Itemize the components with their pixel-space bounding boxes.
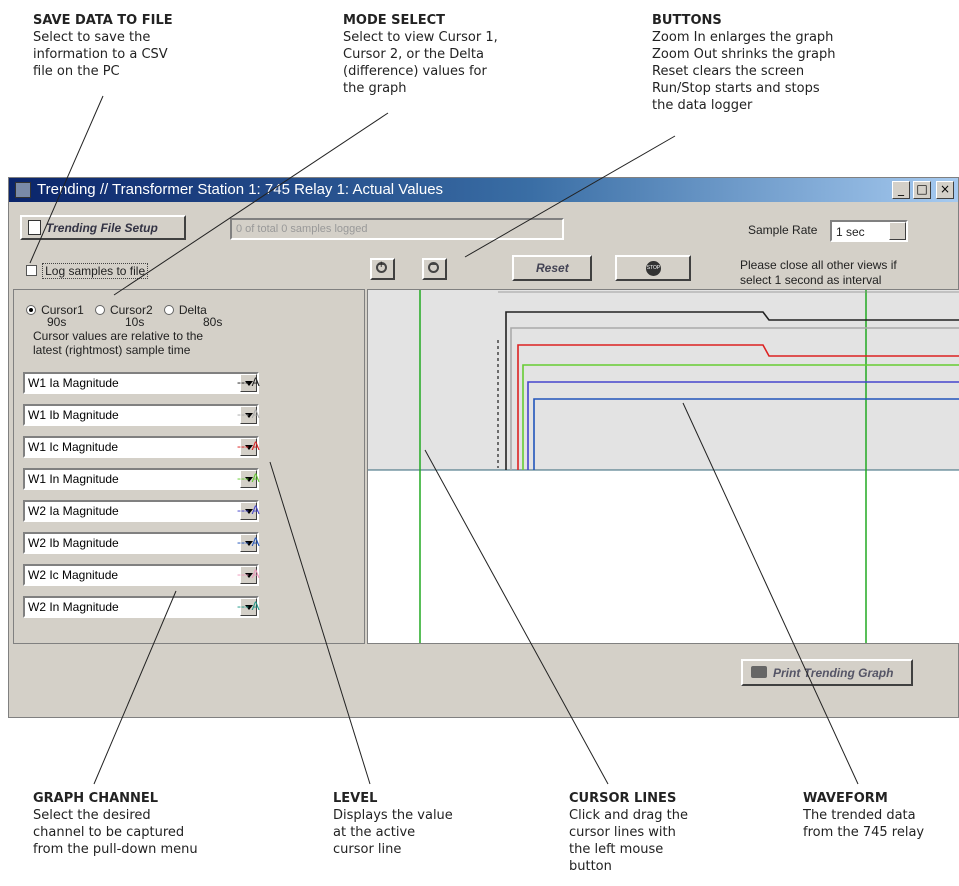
- callout-body: Click and drag the cursor lines with the…: [569, 808, 688, 874]
- callout-body: Select to save the information to a CSV …: [33, 30, 168, 79]
- channel-select[interactable]: W2 Ic Magnitude: [23, 564, 259, 586]
- callout-graph-channel: GRAPH CHANNEL Select the desired channel…: [33, 790, 253, 858]
- callout-title: GRAPH CHANNEL: [33, 791, 159, 806]
- channel-select[interactable]: W2 Ia Magnitude: [23, 500, 259, 522]
- channel-label: W1 Ia Magnitude: [28, 376, 119, 390]
- window-title: Trending // Transformer Station 1: 745 R…: [37, 181, 444, 198]
- channel-level: --- A: [237, 439, 260, 453]
- callout-title: LEVEL: [333, 791, 378, 806]
- channel-label: W2 Ib Magnitude: [28, 536, 119, 550]
- trending-graph[interactable]: [368, 290, 959, 643]
- channel-label: W1 In Magnitude: [28, 472, 119, 486]
- callout-body: Select to view Cursor 1, Cursor 2, or th…: [343, 30, 498, 96]
- channel-select[interactable]: W1 Ia Magnitude: [23, 372, 259, 394]
- channel-select[interactable]: W2 In Magnitude: [23, 596, 259, 618]
- sample-rate-label: Sample Rate: [748, 223, 818, 237]
- channel-level: --- A: [237, 535, 260, 549]
- cursor-note-1: Cursor values are relative to the: [33, 329, 204, 343]
- run-stop-button[interactable]: STOP: [615, 255, 691, 281]
- zoom-in-glyph: +: [378, 259, 385, 271]
- log-samples-checkbox[interactable]: Log samples to file: [26, 260, 149, 279]
- callout-title: MODE SELECT: [343, 13, 446, 28]
- channel-select[interactable]: W1 In Magnitude: [23, 468, 259, 490]
- printer-icon: [751, 666, 767, 678]
- callout-mode-select: MODE SELECT Select to view Cursor 1, Cur…: [343, 12, 553, 97]
- zoom-out-button[interactable]: −: [422, 258, 447, 280]
- file-setup-icon: [28, 220, 41, 235]
- stop-icon: STOP: [646, 261, 661, 276]
- sample-rate-value: 1 sec: [836, 225, 865, 239]
- reset-label: Reset: [536, 261, 569, 275]
- checkbox-box[interactable]: [26, 265, 37, 276]
- channel-select[interactable]: W1 Ic Magnitude: [23, 436, 259, 458]
- channel-label: W1 Ib Magnitude: [28, 408, 119, 422]
- interval-note-2: select 1 second as interval: [740, 273, 882, 287]
- radio-delta[interactable]: [163, 304, 174, 315]
- callout-level: LEVEL Displays the value at the active c…: [333, 790, 503, 858]
- channel-level: --- A: [237, 407, 260, 421]
- cursor-note-2: latest (rightmost) sample time: [33, 343, 191, 357]
- channel-level: --- A: [237, 567, 260, 581]
- channel-select[interactable]: W1 Ib Magnitude: [23, 404, 259, 426]
- interval-note-1: Please close all other views if: [740, 258, 897, 272]
- channel-label: W1 Ic Magnitude: [28, 440, 119, 454]
- maximize-button[interactable]: □: [913, 181, 931, 199]
- graph-area[interactable]: [367, 289, 959, 644]
- callout-title: SAVE DATA TO FILE: [33, 13, 173, 28]
- plot-upper-shade: [368, 290, 959, 470]
- callout-waveform: WAVEFORM The trended data from the 745 r…: [803, 790, 959, 841]
- callout-body: Zoom In enlarges the graph Zoom Out shri…: [652, 30, 836, 113]
- callout-body: The trended data from the 745 relay: [803, 808, 925, 840]
- callout-cursor-lines: CURSOR LINES Click and drag the cursor l…: [569, 790, 729, 875]
- channel-level: --- A: [237, 599, 260, 613]
- close-button[interactable]: ×: [936, 181, 954, 199]
- samples-logged-field: 0 of total 0 samples logged: [230, 218, 564, 240]
- cursor2-value: 10s: [125, 315, 145, 329]
- sample-rate-select[interactable]: 1 sec: [830, 220, 908, 242]
- callout-body: Displays the value at the active cursor …: [333, 808, 453, 857]
- channel-label: W2 Ic Magnitude: [28, 568, 119, 582]
- callout-title: WAVEFORM: [803, 791, 888, 806]
- radio-cursor1[interactable]: [26, 304, 36, 315]
- channel-label: W2 In Magnitude: [28, 600, 119, 614]
- callout-body: Select the desired channel to be capture…: [33, 808, 198, 857]
- minimize-button[interactable]: _: [892, 181, 910, 199]
- title-bar[interactable]: Trending // Transformer Station 1: 745 R…: [9, 178, 958, 202]
- radio-cursor2[interactable]: [94, 304, 105, 315]
- chevron-down-icon[interactable]: [889, 222, 906, 240]
- channel-level: --- A: [237, 375, 260, 389]
- log-samples-label: Log samples to file: [42, 263, 149, 279]
- zoom-out-glyph: −: [430, 259, 437, 271]
- trending-file-setup-button[interactable]: Trending File Setup: [20, 215, 186, 240]
- trending-window: Trending // Transformer Station 1: 745 R…: [8, 177, 959, 718]
- delta-value: 80s: [203, 315, 223, 329]
- channel-label: W2 Ia Magnitude: [28, 504, 119, 518]
- channel-level: --- A: [237, 503, 260, 517]
- app-icon: [15, 182, 31, 198]
- setup-label: Trending File Setup: [46, 221, 158, 235]
- print-label: Print Trending Graph: [773, 666, 894, 680]
- print-graph-button[interactable]: Print Trending Graph: [741, 659, 913, 686]
- zoom-in-button[interactable]: +: [370, 258, 395, 280]
- callout-buttons: BUTTONS Zoom In enlarges the graph Zoom …: [652, 12, 912, 114]
- reset-button[interactable]: Reset: [512, 255, 592, 281]
- callout-title: CURSOR LINES: [569, 791, 677, 806]
- callout-title: BUTTONS: [652, 13, 722, 28]
- callout-save-data: SAVE DATA TO FILE Select to save the inf…: [33, 12, 233, 80]
- channel-level: --- A: [237, 471, 260, 485]
- channel-select[interactable]: W2 Ib Magnitude: [23, 532, 259, 554]
- cursor1-value: 90s: [47, 315, 67, 329]
